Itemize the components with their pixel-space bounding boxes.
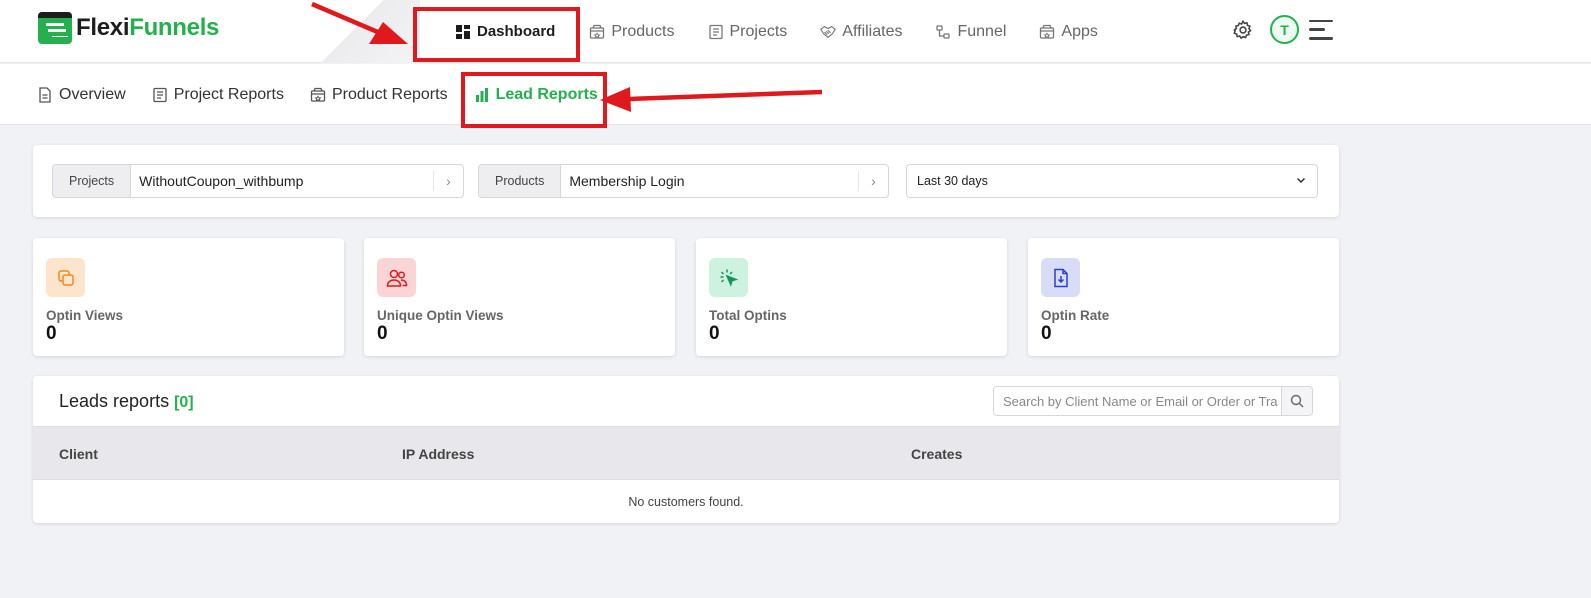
file-download-icon [1041, 258, 1080, 297]
highlight-box-dashboard [413, 7, 580, 62]
products-filter-label: Products [479, 165, 562, 197]
users-icon [377, 258, 416, 297]
tab-project-reports-label: Project Reports [173, 85, 284, 103]
date-range-select[interactable]: Last 30 days [906, 164, 1318, 198]
products-filter[interactable]: Products Membership Login › [478, 164, 889, 198]
stat-value: 0 [46, 323, 57, 344]
report-icon [152, 87, 168, 103]
leads-search-input[interactable] [994, 387, 1281, 415]
nav-projects-label: Projects [729, 22, 788, 40]
brand-name: FlexiFunnels [76, 14, 219, 42]
stat-label: Optin Views [46, 308, 124, 323]
table-empty-message: No customers found. [628, 494, 744, 509]
nav-apps-label: Apps [1061, 22, 1098, 40]
document-icon [708, 24, 724, 40]
gear-icon[interactable] [1232, 19, 1254, 41]
tab-product-reports-label: Product Reports [331, 85, 448, 103]
box-icon [589, 24, 605, 40]
handshake-icon [820, 24, 837, 40]
tab-overview-label: Overview [59, 85, 126, 103]
reports-subnav-bar: Overview Project Reports Product Reports… [0, 64, 1591, 125]
cursor-click-icon [709, 258, 748, 297]
projects-filter-label: Projects [53, 165, 132, 197]
tab-product-reports[interactable]: Product Reports [310, 86, 448, 104]
products-filter-value: Membership Login [569, 173, 685, 189]
funnel-logo-icon [38, 12, 72, 44]
funnel-icon [935, 24, 951, 40]
brand-logo[interactable]: FlexiFunnels [38, 12, 219, 44]
stat-card-optin-views: Optin Views 0 [33, 238, 344, 356]
hamburger-menu-icon[interactable] [1309, 19, 1333, 40]
nav-products[interactable]: Products [589, 22, 675, 41]
nav-products-label: Products [611, 22, 675, 40]
date-range-value: Last 30 days [917, 174, 988, 188]
stat-label: Total Optins [709, 308, 787, 323]
brand-name-part1: Flexi [76, 14, 130, 41]
tab-overview[interactable]: Overview [37, 86, 126, 104]
leads-report-card: Leads reports[0] Client IP Address Creat… [33, 376, 1339, 523]
leads-report-title: Leads reports [0] [59, 391, 194, 412]
tab-project-reports[interactable]: Project Reports [152, 86, 284, 104]
chevron-right-icon[interactable]: › [433, 171, 463, 191]
stat-value: 0 [709, 323, 720, 344]
column-header-client[interactable]: Client [59, 446, 98, 462]
stat-value: 0 [377, 323, 388, 344]
leads-table-header: Client IP Address Creates [33, 426, 1339, 480]
leads-report-title-text: Leads reports [59, 391, 170, 411]
column-header-creates[interactable]: Creates [911, 446, 962, 462]
stat-label: Optin Rate [1041, 308, 1110, 323]
leads-search [993, 386, 1313, 416]
nav-affiliates[interactable]: Affiliates [820, 23, 902, 41]
chevron-down-icon [1295, 174, 1307, 186]
highlight-box-lead-reports [461, 72, 607, 128]
copy-icon [46, 258, 85, 297]
chevron-right-icon[interactable]: › [858, 171, 888, 191]
nav-funnel[interactable]: Funnel [935, 23, 1006, 41]
nav-funnel-label: Funnel [957, 22, 1007, 40]
stat-card-total-optins: Total Optins 0 [696, 238, 1007, 356]
stat-card-optin-rate: Optin Rate 0 [1028, 238, 1339, 356]
apps-icon [1039, 24, 1055, 40]
search-icon[interactable] [1281, 387, 1312, 415]
stat-label: Unique Optin Views [377, 308, 504, 323]
nav-apps[interactable]: Apps [1039, 22, 1098, 41]
top-header: FlexiFunnels Dashboard Products Projects [0, 0, 1591, 63]
projects-filter[interactable]: Projects WithoutCoupon_withbump › [52, 164, 464, 198]
nav-projects[interactable]: Projects [708, 22, 788, 41]
nav-affiliates-label: Affiliates [842, 22, 903, 40]
brand-name-part2: Funnels [129, 14, 220, 41]
leads-count-badge: [0] [174, 394, 194, 411]
header-decoration [290, 0, 420, 63]
filter-card: Projects WithoutCoupon_withbump › Produc… [33, 145, 1339, 217]
box-icon [310, 87, 326, 103]
stat-card-unique-optin-views: Unique Optin Views 0 [364, 238, 675, 356]
projects-filter-value: WithoutCoupon_withbump [139, 173, 304, 189]
column-header-ip-address[interactable]: IP Address [402, 446, 474, 462]
user-avatar[interactable]: T [1270, 15, 1299, 44]
stat-value: 0 [1041, 323, 1052, 344]
file-icon [37, 86, 53, 103]
header-actions: T [1232, 15, 1333, 44]
